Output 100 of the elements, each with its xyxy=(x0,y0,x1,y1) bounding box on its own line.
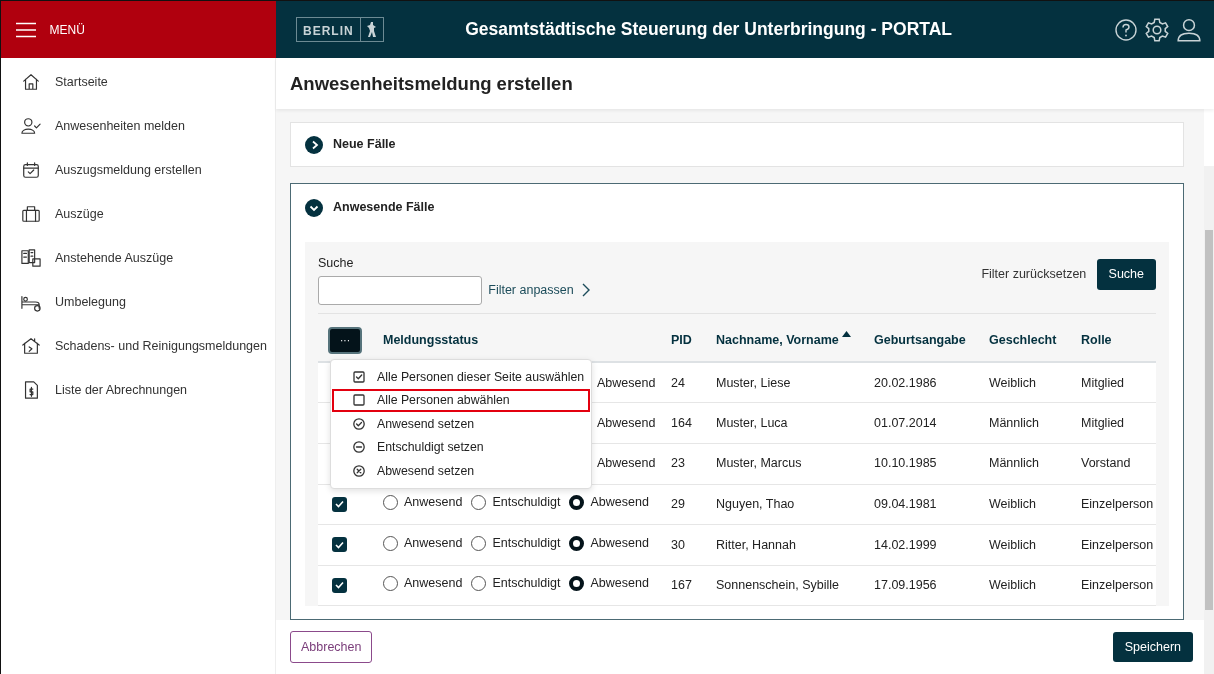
role-cell: Einzelperson xyxy=(1081,537,1154,552)
birth-date-cell: 14.02.1999 xyxy=(874,537,937,552)
name-cell: Muster, Liese xyxy=(716,375,791,390)
column-header[interactable]: Nachname, Vorname xyxy=(716,331,851,350)
menu-item[interactable]: Alle Personen dieser Seite auswählen xyxy=(332,365,590,389)
circle-minus-icon xyxy=(353,441,365,454)
name-cell: Nguyen, Thao xyxy=(716,497,795,512)
role-cell: Mitglied xyxy=(1081,375,1125,390)
menu-item[interactable]: Anwesend setzen xyxy=(332,412,590,436)
person-icon xyxy=(21,116,41,136)
portal-title: Gesamtstädtische Steuerung der Unterbringung - PORTAL xyxy=(464,18,953,42)
status-radio[interactable]: Anwesend xyxy=(383,574,463,594)
gender-cell: Weiblich xyxy=(989,497,1036,512)
status-radio[interactable]: Entschuldigt xyxy=(471,493,561,512)
pid-cell: 164 xyxy=(671,415,692,430)
calendar-icon xyxy=(21,160,41,180)
gender-cell: Weiblich xyxy=(989,375,1036,390)
menu-item[interactable]: Abwesend setzen xyxy=(332,459,590,483)
role-cell: Mitglied xyxy=(1081,415,1125,430)
status-radio[interactable]: Entschuldigt xyxy=(471,574,561,594)
settings-icon[interactable] xyxy=(1143,16,1170,43)
column-header: Geburtsangabe xyxy=(874,332,966,350)
accordion-header[interactable]: Neue Fälle xyxy=(291,123,1183,166)
user-icon[interactable] xyxy=(1176,16,1202,43)
gender-cell: Männlich xyxy=(989,456,1040,471)
birth-date-cell: 17.09.1956 xyxy=(874,578,937,593)
menu-icon[interactable] xyxy=(15,21,37,38)
circle-check-icon xyxy=(353,417,365,430)
name-cell: Sonnenschein, Sybille xyxy=(716,578,839,593)
scrollbar[interactable] xyxy=(1204,166,1214,674)
checked-box-icon xyxy=(353,370,365,383)
search-label: Suche xyxy=(318,255,355,272)
pid-cell: 29 xyxy=(671,497,685,512)
status-label: Abwesend xyxy=(597,415,656,430)
sidebar-item[interactable]: Anwesenheiten melden xyxy=(1,104,275,148)
birth-date-cell: 01.07.2014 xyxy=(874,415,937,430)
chevron-right-icon xyxy=(581,283,590,298)
birth-date-cell: 10.10.1985 xyxy=(874,456,937,471)
role-cell: Vorstand xyxy=(1081,456,1131,471)
menu-item[interactable]: Alle Personen abwählen xyxy=(332,388,590,412)
name-cell: Ritter, Hannah xyxy=(716,537,796,552)
birth-date-cell: 20.02.1986 xyxy=(874,375,937,390)
name-cell: Muster, Luca xyxy=(716,415,788,430)
gender-cell: Weiblich xyxy=(989,537,1036,552)
birth-date-cell: 09.04.1981 xyxy=(874,497,937,512)
status-radio[interactable]: Anwesend xyxy=(383,533,463,553)
status-radio[interactable]: Entschuldigt xyxy=(471,533,561,553)
column-header: PID xyxy=(671,332,692,350)
column-header: Rolle xyxy=(1081,332,1112,350)
sidebar-item[interactable]: Anstehende Auszüge xyxy=(1,236,275,280)
sidebar-item[interactable]: Umbelegung xyxy=(1,280,275,324)
pid-cell: 23 xyxy=(671,456,685,471)
sidebar-item[interactable]: Auszüge xyxy=(1,192,275,236)
sort-ascending-icon[interactable] xyxy=(841,331,851,338)
filter-link[interactable]: Filter anpassen xyxy=(488,281,590,300)
scrollbar-thumb[interactable] xyxy=(1205,230,1213,610)
status-label: Abwesend xyxy=(597,375,656,390)
row-checkbox[interactable] xyxy=(332,496,347,512)
status-radio[interactable]: Abwesend xyxy=(569,533,649,553)
menu-button[interactable]: MENÜ xyxy=(15,20,85,39)
status-radio[interactable]: Abwesend xyxy=(569,574,649,594)
name-cell: Muster, Marcus xyxy=(716,456,802,471)
home-icon xyxy=(21,72,41,92)
chevron-right-icon xyxy=(305,135,323,154)
bag-icon xyxy=(21,204,41,224)
status-radio[interactable]: Abwesend xyxy=(569,493,649,512)
sidebar-item[interactable]: Auszugsmeldung erstellen xyxy=(1,148,275,192)
empty-box-icon xyxy=(353,394,365,407)
row-checkbox[interactable] xyxy=(332,537,347,553)
help-icon[interactable] xyxy=(1113,17,1138,42)
search-button[interactable]: Suche xyxy=(1096,259,1156,290)
column-header: Meldungsstatus xyxy=(383,332,479,350)
gender-cell: Weiblich xyxy=(989,578,1036,593)
chevron-down-icon xyxy=(305,198,323,217)
buildings-icon xyxy=(21,248,41,268)
checkmark-icon xyxy=(335,500,344,509)
sidebar-item[interactable]: Schadens- und Reinigungsmeldungen xyxy=(1,324,275,368)
role-cell: Einzelperson xyxy=(1081,578,1154,593)
checkmark-icon xyxy=(335,540,344,549)
status-radio[interactable]: Anwesend xyxy=(383,493,463,512)
accordion-header[interactable]: Anwesende Fälle xyxy=(291,185,1183,230)
pid-cell: 30 xyxy=(671,537,685,552)
row-checkbox[interactable] xyxy=(332,577,347,593)
pid-cell: 24 xyxy=(671,375,685,390)
more-options-button[interactable]: ··· xyxy=(328,327,362,355)
status-label: Abwesend xyxy=(597,456,656,471)
city-logo: BERLIN xyxy=(296,17,384,42)
sidebar-item[interactable]: Liste der Abrechnungen xyxy=(1,368,275,412)
pid-cell: 167 xyxy=(671,578,692,593)
menu-item[interactable]: Entschuldigt setzen xyxy=(332,435,590,459)
checkmark-icon xyxy=(335,581,344,590)
column-header: Geschlecht xyxy=(989,332,1057,350)
sidebar-item[interactable]: Startseite xyxy=(1,60,275,104)
reset-filter-link[interactable]: Filter zurücksetzen xyxy=(981,265,1087,284)
cancel-button[interactable]: Abbrechen xyxy=(290,630,373,664)
search-field[interactable] xyxy=(318,275,482,305)
page-title: Anwesenheitsmeldung erstellen xyxy=(276,58,1214,109)
save-button[interactable]: Speichern xyxy=(1112,631,1193,663)
role-cell: Einzelperson xyxy=(1081,497,1154,512)
house-icon xyxy=(21,336,41,356)
